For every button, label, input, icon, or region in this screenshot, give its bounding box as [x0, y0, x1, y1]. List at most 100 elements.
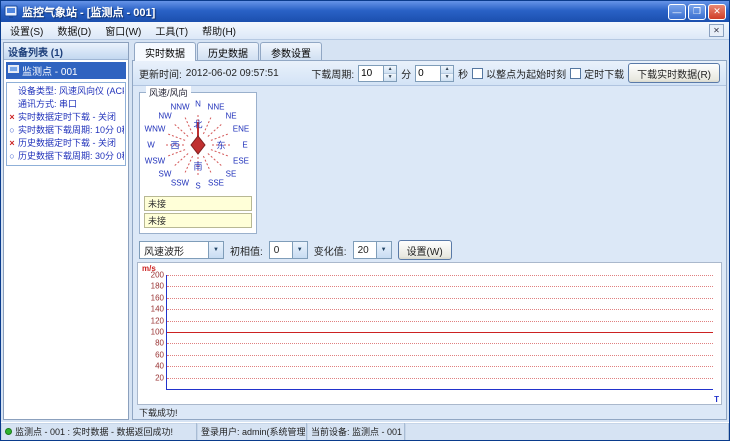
- wind-speed-chart: m/s 200 180 160 140 120 100 80 60 40 20 …: [137, 262, 722, 405]
- dir-label-ssw: SSW: [170, 178, 190, 188]
- spin-up-icon[interactable]: ▲: [441, 65, 454, 74]
- status-device-segment: 当前设备: 监测点 - 001: [307, 423, 405, 440]
- timed-download-checkbox[interactable]: [570, 67, 582, 79]
- menu-item-data[interactable]: 数据(D): [50, 22, 98, 39]
- main-area: 实时数据 历史数据 参数设置 更新时间: 2012-06-02 09:57:51…: [132, 42, 727, 420]
- dir-label-ne: NE: [225, 111, 237, 121]
- dir-label-e: E: [242, 140, 248, 150]
- dir-label-sse: SSE: [207, 178, 225, 188]
- delta-select[interactable]: 20 ▼: [352, 241, 392, 259]
- dir-label-nne: NNE: [207, 102, 225, 112]
- y-tick-label: 100: [150, 327, 164, 337]
- inner-label-south: 南: [193, 161, 203, 172]
- phase-select[interactable]: 0 ▼: [268, 241, 308, 259]
- info-line: ○ 历史数据下载周期: 30分 0秒: [8, 150, 124, 163]
- menu-item-tools[interactable]: 工具(T): [148, 22, 195, 39]
- align-start-label: 以整点为起始时刻: [486, 69, 567, 81]
- menu-bar: 设置(S) 数据(D) 窗口(W) 工具(T) 帮助(H) ✕: [1, 22, 729, 40]
- spin-down-icon[interactable]: ▼: [384, 73, 397, 81]
- info-line: 通讯方式: 串口: [8, 98, 124, 111]
- chevron-down-icon[interactable]: ▼: [208, 242, 223, 258]
- period-marker-icon: ○: [9, 125, 15, 135]
- spin-up-icon[interactable]: ▲: [384, 65, 397, 74]
- app-window: 监控气象站 - [监测点 - 001] — ❐ ✕ 设置(S) 数据(D) 窗口…: [0, 0, 730, 441]
- info-text: 设备类型: 风速风向仪 (ACF96-4): [18, 86, 124, 96]
- minimize-button[interactable]: —: [668, 3, 686, 20]
- close-button[interactable]: ✕: [708, 3, 726, 20]
- menu-item-settings[interactable]: 设置(S): [3, 22, 50, 39]
- tab-parameter-settings[interactable]: 参数设置: [260, 42, 322, 61]
- info-text: 通讯方式: 串口: [18, 99, 78, 109]
- tab-strip: 实时数据 历史数据 参数设置: [132, 42, 727, 61]
- minutes-input[interactable]: [359, 65, 384, 81]
- grid-line: [167, 377, 713, 379]
- waveform-select[interactable]: 风速波形 ▼: [139, 241, 224, 259]
- wind-group-box: 风速/风向 N NNE NE ENE E ESE SE SSE S SSW SW…: [139, 86, 257, 234]
- y-tick-label: 140: [150, 304, 164, 314]
- chart-plot-area: 200 180 160 140 120 100 80 60 40 20: [151, 271, 713, 390]
- y-tick-label: 40: [155, 361, 164, 371]
- window-title: 监控气象站 - [监测点 - 001]: [22, 6, 156, 19]
- y-tick-label: 160: [150, 293, 164, 303]
- align-start-checkbox-group: 以整点为起始时刻: [472, 66, 566, 81]
- grid-line: [167, 309, 713, 311]
- status-ok-icon: [5, 428, 12, 435]
- status-bar: 监测点 - 001 : 实时数据 - 数据返回成功! 登录用户: admin(系…: [1, 422, 729, 440]
- info-line: × 历史数据定时下载 - 关闭: [8, 137, 124, 150]
- title-bar: 监控气象站 - [监测点 - 001] — ❐ ✕: [1, 1, 729, 22]
- dir-label-sw: SW: [158, 169, 172, 179]
- inner-label-east: 东: [216, 140, 226, 151]
- y-tick-label: 20: [155, 373, 164, 383]
- dir-label-ese: ESE: [232, 156, 250, 166]
- status-empty-segment: [405, 423, 729, 440]
- menu-item-help[interactable]: 帮助(H): [195, 22, 243, 39]
- dir-label-nnw: NNW: [170, 102, 190, 112]
- seconds-spinbox: ▲ ▼: [415, 64, 455, 82]
- menu-item-window[interactable]: 窗口(W): [98, 22, 148, 39]
- device-sidebar: 设备列表 (1) 监测点 - 001 设备类型: 风速风向仪 (ACF96-4)…: [3, 42, 129, 420]
- status-user-segment: 登录用户: admin(系统管理员): [197, 423, 307, 440]
- phase-label: 初相值:: [230, 246, 263, 258]
- wind-display-region: 风速/风向 N NNE NE ENE E ESE SE SSE S SSW SW…: [133, 86, 726, 238]
- device-list-header: 设备列表 (1): [4, 43, 128, 60]
- compass-rose: N NNE NE ENE E ESE SE SSE S SSW SW WSW W…: [142, 96, 254, 194]
- dir-label-wnw: WNW: [144, 124, 166, 134]
- spin-down-icon[interactable]: ▼: [441, 73, 454, 81]
- grid-line: [167, 275, 713, 276]
- chevron-down-icon[interactable]: ▼: [375, 242, 391, 258]
- tab-realtime-data[interactable]: 实时数据: [134, 42, 196, 61]
- info-text: 历史数据下载周期: 30分 0秒: [18, 151, 124, 161]
- grid-line: [167, 354, 713, 356]
- mdi-close-button[interactable]: ✕: [709, 24, 724, 37]
- grid-line: [167, 297, 713, 299]
- grid-line: [167, 343, 713, 345]
- align-start-checkbox[interactable]: [472, 67, 484, 79]
- maximize-button[interactable]: ❐: [688, 3, 706, 20]
- content-area: 设备列表 (1) 监测点 - 001 设备类型: 风速风向仪 (ACF96-4)…: [1, 40, 729, 422]
- wind-speed-field: 未接: [144, 196, 252, 211]
- delta-select-value: 20: [357, 244, 369, 256]
- download-realtime-button[interactable]: 下载实时数据(R): [628, 63, 720, 83]
- logged-in-user: 登录用户: admin(系统管理员): [201, 427, 307, 437]
- dir-label-se: SE: [225, 169, 237, 179]
- grid-line: [167, 366, 713, 368]
- info-line: × 实时数据定时下载 - 关闭: [8, 111, 124, 124]
- tab-history-data[interactable]: 历史数据: [197, 42, 259, 61]
- minutes-spinner: ▲ ▼: [383, 65, 397, 81]
- waveform-select-value: 风速波形: [144, 246, 184, 258]
- seconds-input[interactable]: [416, 65, 441, 81]
- timed-download-checkbox-group: 定时下载: [570, 66, 624, 81]
- grid-line: [167, 286, 713, 288]
- app-icon: [4, 5, 18, 19]
- download-status-text: 下载成功!: [139, 407, 178, 418]
- set-button[interactable]: 设置(W): [397, 240, 452, 260]
- download-toolbar: 更新时间: 2012-06-02 09:57:51 下载周期: ▲ ▼ 分: [133, 61, 726, 86]
- y-tick-label: 60: [155, 350, 164, 360]
- dir-label-ene: ENE: [232, 124, 250, 134]
- info-line: ○ 实时数据下载周期: 10分 0秒: [8, 124, 124, 137]
- chevron-down-icon[interactable]: ▼: [291, 242, 307, 258]
- waveform-controls: 风速波形 ▼ 初相值: 0 ▼ 变化值: 20 ▼ 设置(W): [133, 238, 726, 262]
- disabled-marker-icon: ×: [9, 138, 15, 148]
- tree-item-device[interactable]: 监测点 - 001: [6, 62, 126, 79]
- dir-label-wsw: WSW: [144, 156, 166, 166]
